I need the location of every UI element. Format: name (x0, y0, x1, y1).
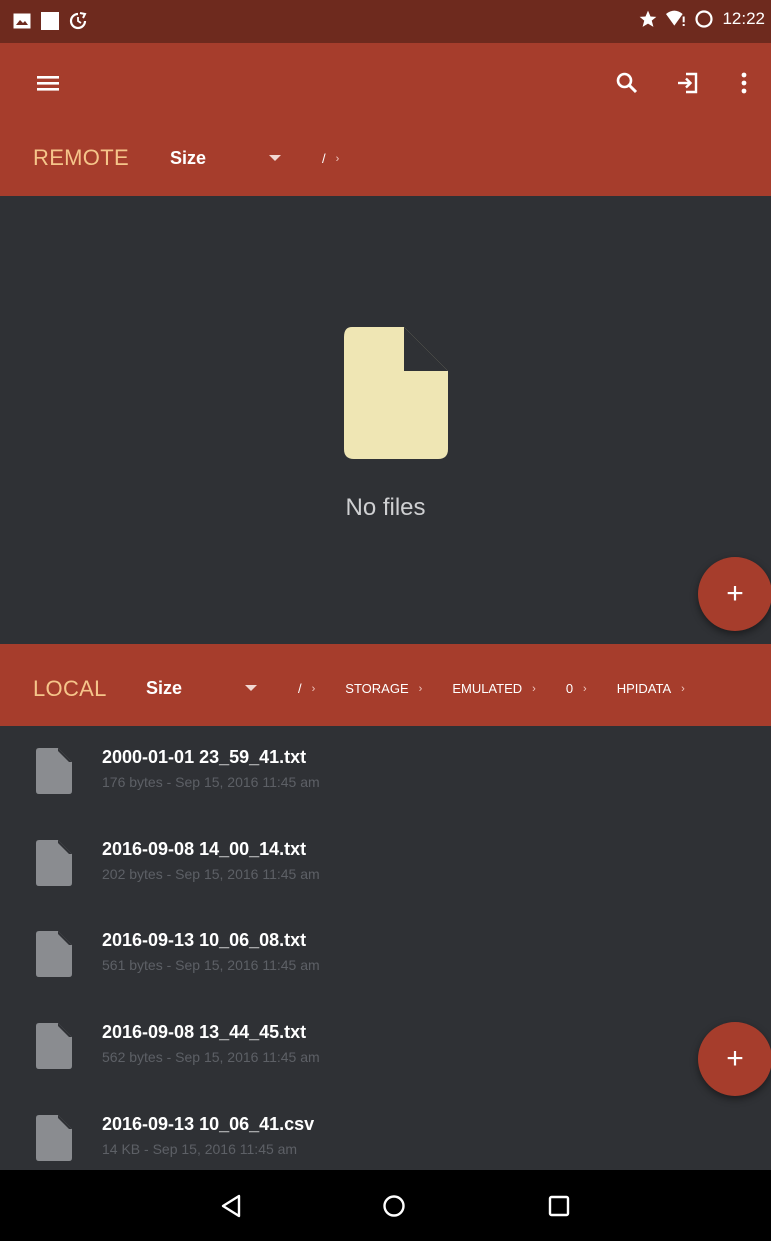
local-crumb-emulated[interactable]: EMULATED (452, 681, 522, 696)
plus-icon: + (726, 577, 744, 610)
file-name: 2000-01-01 23_59_41.txt (102, 747, 307, 767)
local-header: LOCAL Size / › STORAGE › EMULATED › 0 › … (0, 644, 771, 726)
chevron-right-icon: › (311, 682, 316, 695)
file-name: 2016-09-08 13_44_45.txt (102, 1022, 307, 1042)
file-name: 2016-09-13 10_06_41.csv (102, 1114, 315, 1134)
recents-icon (548, 1195, 570, 1217)
star-icon (638, 9, 658, 29)
system-nav-bar (0, 1170, 771, 1241)
file-row[interactable]: 2000-01-01 23_59_41.txt 176 bytes - Sep … (0, 726, 771, 816)
file-meta: 14 KB - Sep 15, 2016 11:45 am (102, 1141, 298, 1157)
chevron-right-icon: › (583, 682, 587, 695)
local-crumb-root[interactable]: / (298, 681, 302, 696)
home-icon (383, 1195, 405, 1217)
square-icon (40, 11, 60, 31)
back-button[interactable] (211, 1186, 251, 1226)
chevron-right-icon: › (335, 152, 340, 165)
menu-icon (37, 76, 59, 91)
file-row[interactable]: 2016-09-13 10_06_41.csv 14 KB - Sep 15, … (0, 1093, 771, 1170)
local-file-list: 2000-01-01 23_59_41.txt 176 bytes - Sep … (0, 726, 771, 1170)
overflow-menu-button[interactable] (724, 63, 764, 103)
app-toolbar (0, 43, 771, 123)
file-icon (36, 840, 72, 886)
back-icon (221, 1194, 241, 1218)
file-name: 2016-09-08 14_00_14.txt (102, 839, 307, 859)
local-sort-selector[interactable]: Size (146, 678, 182, 699)
chevron-right-icon: › (681, 682, 685, 695)
local-crumb-storage[interactable]: STORAGE (345, 681, 408, 696)
file-icon (36, 1023, 72, 1069)
status-time: 12:22 (722, 9, 765, 28)
file-meta: 202 bytes - Sep 15, 2016 11:45 am (102, 866, 320, 882)
home-button[interactable] (374, 1186, 414, 1226)
empty-file-icon (344, 327, 448, 459)
file-meta: 176 bytes - Sep 15, 2016 11:45 am (102, 774, 320, 790)
remote-file-pane: No files + (0, 196, 771, 644)
image-icon (12, 11, 32, 31)
search-icon (616, 72, 638, 94)
wifi-alert-icon (666, 9, 686, 29)
remote-sort-dropdown-icon[interactable] (269, 155, 281, 161)
local-breadcrumb: / › STORAGE › EMULATED › 0 › HPIDATA › (298, 681, 685, 696)
file-meta: 562 bytes - Sep 15, 2016 11:45 am (102, 1049, 320, 1065)
empty-state-text: No files (345, 494, 426, 521)
status-bar: 12:22 (0, 0, 771, 43)
recents-button[interactable] (539, 1186, 579, 1226)
file-name: 2016-09-13 10_06_08.txt (102, 930, 307, 950)
login-icon (678, 72, 698, 94)
local-crumb-hpidata[interactable]: HPIDATA (617, 681, 671, 696)
plus-icon: + (726, 1042, 744, 1075)
battery-ring-icon (694, 9, 714, 29)
chevron-right-icon: › (532, 682, 536, 695)
connect-button[interactable] (668, 63, 708, 103)
sync-icon (68, 11, 88, 31)
remote-add-button[interactable]: + (698, 557, 771, 631)
remote-pane-title: REMOTE (33, 145, 129, 170)
file-row[interactable]: 2016-09-08 13_44_45.txt 562 bytes - Sep … (0, 1001, 771, 1091)
remote-crumb-root[interactable]: / (322, 151, 326, 166)
local-add-button[interactable]: + (698, 1022, 771, 1096)
local-crumb-0[interactable]: 0 (566, 681, 573, 696)
file-icon (36, 931, 72, 977)
remote-header: REMOTE Size / › (0, 123, 771, 196)
file-icon (36, 1115, 72, 1161)
file-meta: 561 bytes - Sep 15, 2016 11:45 am (102, 957, 320, 973)
local-sort-dropdown-icon[interactable] (245, 685, 257, 691)
menu-button[interactable] (28, 63, 68, 103)
local-pane-title: LOCAL (33, 676, 107, 701)
more-vert-icon (741, 72, 747, 94)
chevron-right-icon: › (418, 682, 423, 695)
file-row[interactable]: 2016-09-13 10_06_08.txt 561 bytes - Sep … (0, 909, 771, 999)
file-row[interactable]: 2016-09-08 14_00_14.txt 202 bytes - Sep … (0, 818, 771, 908)
search-button[interactable] (607, 63, 647, 103)
remote-breadcrumb: / › (322, 151, 339, 166)
file-icon (36, 748, 72, 794)
remote-sort-selector[interactable]: Size (170, 148, 206, 169)
